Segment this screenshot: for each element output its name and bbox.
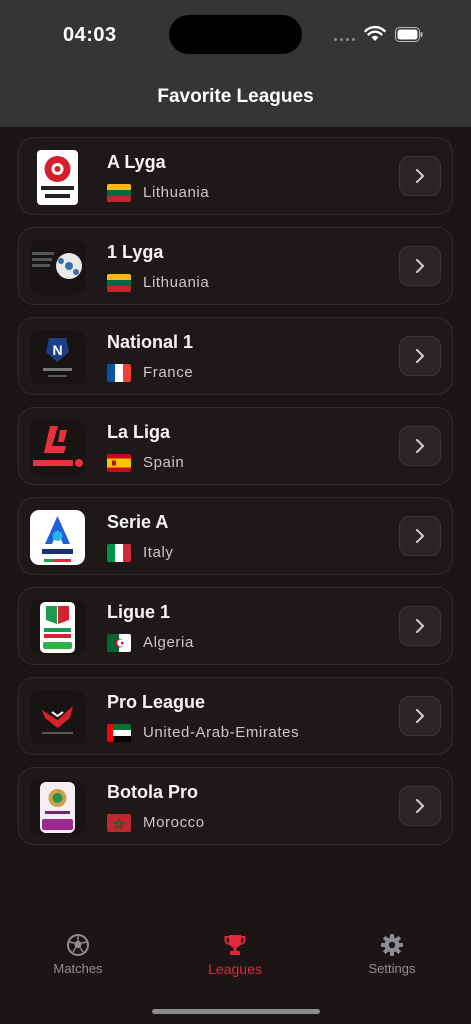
league-name: La Liga — [107, 422, 171, 442]
league-name: Botola Pro — [107, 782, 199, 802]
chevron-right-icon — [416, 799, 424, 813]
league-name: National 1 — [107, 332, 194, 352]
tab-leagues[interactable]: Leagues — [175, 933, 295, 977]
flag-italy-icon — [107, 544, 131, 562]
league-row-ligue-1[interactable]: Ligue 1 Algeria — [18, 587, 453, 665]
chevron-right-icon — [416, 259, 424, 273]
open-league-button[interactable] — [399, 336, 441, 376]
league-row-1-lyga[interactable]: 1 Lyga Lithuania — [18, 227, 453, 305]
botola-pro-logo — [30, 780, 85, 835]
open-league-button[interactable] — [399, 246, 441, 286]
serie-a-logo — [30, 510, 85, 565]
soccer-ball-icon — [67, 934, 89, 956]
flag-france-icon — [107, 364, 131, 382]
league-country: Morocco — [143, 814, 205, 831]
league-name: Serie A — [107, 512, 169, 532]
flag-spain-icon — [107, 454, 131, 472]
league-name: Ligue 1 — [107, 602, 171, 622]
pro-league-logo — [30, 690, 85, 745]
flag-uae-icon — [107, 724, 131, 742]
svg-text:N: N — [52, 342, 62, 358]
1-lyga-logo — [30, 240, 85, 295]
league-name: 1 Lyga — [107, 242, 164, 262]
chevron-right-icon — [416, 169, 424, 183]
favorite-leagues-list: A Lyga Lithuania 1 Lyga Lithuania N Nati… — [18, 137, 453, 857]
open-league-button[interactable] — [399, 786, 441, 826]
open-league-button[interactable] — [399, 156, 441, 196]
open-league-button[interactable] — [399, 516, 441, 556]
league-country: United-Arab-Emirates — [143, 724, 300, 741]
league-country: Lithuania — [143, 184, 210, 201]
chevron-right-icon — [416, 709, 424, 723]
league-country: Lithuania — [143, 274, 210, 291]
league-country: Spain — [143, 454, 185, 471]
chevron-right-icon — [416, 619, 424, 633]
dynamic-island — [169, 15, 302, 54]
trophy-icon — [224, 935, 246, 955]
tab-matches[interactable]: Matches — [18, 933, 138, 976]
league-country: France — [143, 364, 194, 381]
league-name: Pro League — [107, 692, 206, 712]
battery-icon — [395, 27, 423, 42]
open-league-button[interactable] — [399, 426, 441, 466]
cellular-signal-icon — [334, 38, 355, 41]
league-row-a-lyga[interactable]: A Lyga Lithuania — [18, 137, 453, 215]
chevron-right-icon — [416, 439, 424, 453]
league-row-pro-league[interactable]: Pro League United-Arab-Emirates — [18, 677, 453, 755]
league-name: A Lyga — [107, 152, 166, 172]
a-lyga-logo — [30, 150, 85, 205]
tab-label: Leagues — [208, 961, 262, 977]
open-league-button[interactable] — [399, 696, 441, 736]
la-liga-logo — [30, 420, 85, 475]
league-country: Italy — [143, 544, 174, 561]
league-country: Algeria — [143, 634, 194, 651]
flag-morocco-icon — [107, 814, 131, 832]
tab-label: Settings — [368, 961, 416, 976]
wifi-icon — [364, 25, 386, 41]
national-1-logo: N — [30, 330, 85, 385]
open-league-button[interactable] — [399, 606, 441, 646]
status-time: 04:03 — [63, 24, 117, 46]
page-title: Favorite Leagues — [157, 86, 314, 107]
top-bar: 04:03 Favorite Leagues — [0, 0, 471, 127]
flag-lithuania-icon — [107, 184, 131, 202]
flag-algeria-icon — [107, 634, 131, 652]
tab-settings[interactable]: Settings — [332, 933, 452, 976]
league-row-la-liga[interactable]: La Liga Spain — [18, 407, 453, 485]
chevron-right-icon — [416, 349, 424, 363]
league-row-serie-a[interactable]: Serie A Italy — [18, 497, 453, 575]
chevron-right-icon — [416, 529, 424, 543]
flag-lithuania-icon — [107, 274, 131, 292]
gear-icon — [381, 934, 403, 956]
tab-label: Matches — [53, 961, 103, 976]
league-row-national-1[interactable]: N National 1 France — [18, 317, 453, 395]
app-screen: 04:03 Favorite Leagues A Lyga Lithuania … — [0, 0, 471, 1024]
ligue-1-algeria-logo — [30, 600, 85, 655]
home-indicator[interactable] — [152, 1009, 320, 1014]
league-row-botola-pro[interactable]: Botola Pro Morocco — [18, 767, 453, 845]
